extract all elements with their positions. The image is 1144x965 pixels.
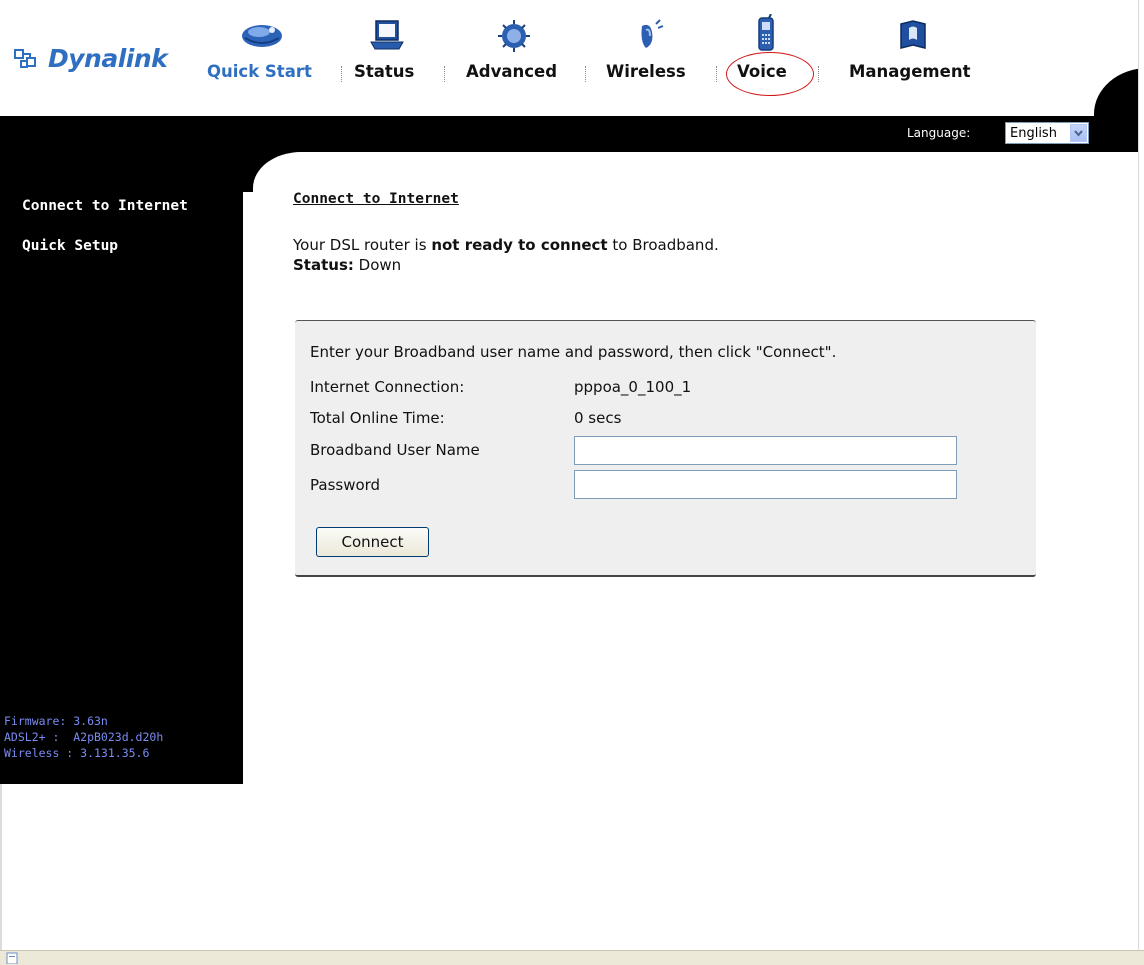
- content-corner-swoosh: [243, 152, 303, 192]
- nav-label: Advanced: [466, 62, 557, 81]
- phone-icon: [758, 14, 774, 51]
- wireless-version: Wireless : 3.131.35.6: [4, 746, 150, 760]
- adsl-version: ADSL2+ : A2pB023d.d20h: [4, 730, 164, 744]
- status-prefix: Your DSL router is: [293, 236, 432, 254]
- total-online-time-label: Total Online Time:: [310, 409, 445, 427]
- firmware-version: Firmware: 3.63n: [4, 714, 108, 728]
- window-frame-edge-left: [0, 784, 4, 950]
- nav-separator: [585, 66, 586, 82]
- nav-status[interactable]: Status: [354, 0, 420, 110]
- connect-button[interactable]: Connect: [316, 527, 429, 557]
- language-selected-value: English: [1010, 125, 1057, 141]
- page-title: Connect to Internet: [293, 191, 459, 207]
- status-label: Status:: [293, 256, 354, 274]
- window-frame-edge: [1138, 0, 1144, 950]
- top-navigation: Quick Start Status Advanced Wireless Voi…: [0, 0, 1144, 116]
- router-admin-page: Dynalink Quick Start Status Advanced Wir…: [0, 0, 1144, 965]
- status-emphasis: not ready to connect: [431, 236, 608, 254]
- internet-connection-label: Internet Connection:: [310, 378, 465, 396]
- nav-separator: [818, 66, 819, 82]
- panel-instruction: Enter your Broadband user name and passw…: [310, 343, 837, 361]
- nav-separator: [444, 66, 445, 82]
- nav-quick-start[interactable]: Quick Start: [207, 0, 317, 110]
- page-icon: [6, 952, 18, 964]
- nav-label: Quick Start: [207, 62, 312, 81]
- password-label: Password: [310, 476, 381, 494]
- book-icon: [900, 20, 926, 49]
- sidebar-item-connect-to-internet[interactable]: Connect to Internet: [22, 198, 188, 214]
- laptop-icon: [370, 20, 404, 50]
- nav-wireless[interactable]: Wireless: [606, 0, 694, 110]
- username-field[interactable]: [574, 436, 957, 465]
- total-online-time-value: 0 secs: [574, 409, 622, 427]
- header-bar: [0, 116, 1144, 152]
- status-suffix: to Broadband.: [607, 236, 719, 254]
- password-field[interactable]: [574, 470, 957, 499]
- chevron-down-icon[interactable]: [1070, 124, 1087, 142]
- nav-management[interactable]: Management: [849, 0, 977, 110]
- internet-connection-value: pppoa_0_100_1: [574, 378, 692, 396]
- status-line: Status: Down: [293, 255, 719, 275]
- chip-icon: [498, 20, 530, 52]
- connection-status-message: Your DSL router is not ready to connect …: [293, 235, 719, 275]
- sidebar-item-quick-setup[interactable]: Quick Setup: [22, 238, 118, 254]
- nav-label: Status: [354, 62, 415, 81]
- language-label: Language:: [907, 126, 971, 140]
- nav-label: Management: [849, 62, 971, 81]
- voice-highlight-circle: [726, 52, 814, 96]
- wireless-antenna-icon: [641, 19, 664, 48]
- firmware-info: Firmware: 3.63n ADSL2+ : A2pB023d.d20h W…: [4, 713, 163, 761]
- nav-separator: [716, 66, 717, 82]
- nav-label: Wireless: [606, 62, 686, 81]
- mouse-icon: [242, 25, 282, 47]
- status-value: Down: [353, 256, 402, 274]
- browser-status-bar: [0, 950, 1144, 965]
- nav-separator: [341, 66, 342, 82]
- language-select[interactable]: English: [1005, 122, 1089, 144]
- status-sentence: Your DSL router is not ready to connect …: [293, 235, 719, 255]
- username-label: Broadband User Name: [310, 441, 480, 459]
- nav-advanced[interactable]: Advanced: [466, 0, 562, 110]
